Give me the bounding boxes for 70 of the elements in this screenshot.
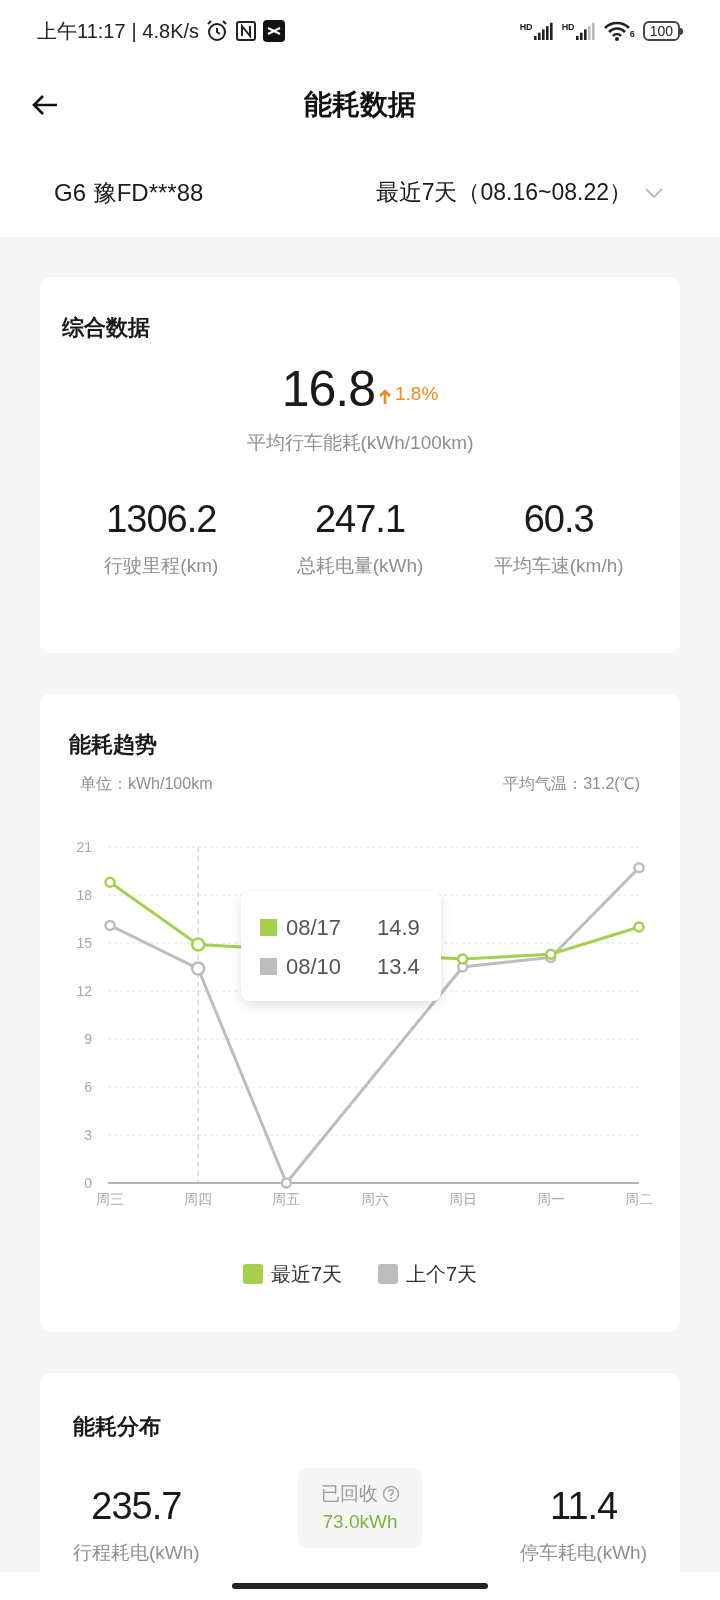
stat-value: 247.1	[314, 497, 406, 542]
stat-label: 行程耗电(kWh)	[73, 1541, 200, 1565]
unit-label: 单位：kWh/100km	[80, 774, 213, 794]
y-tick-label: 18	[76, 887, 92, 903]
stat-label: 总耗电量(kWh)	[296, 554, 424, 578]
average-consumption-label: 平均行车能耗(kWh/100km)	[246, 431, 474, 455]
wifi-label: 6	[629, 27, 635, 41]
stat-value: 11.4	[550, 1484, 618, 1529]
y-tick-label: 0	[84, 1175, 92, 1191]
signal-icon	[575, 22, 596, 40]
help-icon	[381, 1484, 400, 1503]
status-time: 上午11:17	[37, 19, 126, 44]
x-axis-label: 周二	[625, 1191, 653, 1207]
recovered-value: 73.0kWh	[322, 1510, 398, 1534]
stat-value: 1306.2	[106, 497, 217, 542]
y-tick-label: 6	[84, 1079, 92, 1095]
up-arrow-icon	[379, 389, 391, 405]
x-axis-label: 周日	[448, 1191, 477, 1207]
average-temperature: 平均气温：31.2(℃)	[503, 774, 640, 794]
x-axis-label: 周五	[272, 1191, 301, 1207]
chevron-down-icon	[644, 186, 664, 199]
card-title: 能耗趋势	[68, 731, 158, 759]
data-point	[633, 862, 645, 874]
x-axis-label: 周四	[184, 1191, 213, 1207]
battery-indicator: 100	[642, 21, 680, 41]
vehicle-selector[interactable]: G6 豫FD***88	[54, 174, 204, 211]
page-title: 能耗数据	[304, 88, 416, 122]
card-title: 综合数据	[62, 314, 151, 342]
period-dropdown[interactable]: 最近7天（08.16~08.22）	[375, 175, 664, 210]
legend-label: 最近7天	[270, 1262, 342, 1287]
data-point	[104, 876, 116, 888]
data-point	[545, 948, 557, 960]
legend-swatch	[260, 957, 277, 975]
stat-value: 235.7	[91, 1484, 182, 1529]
change-percent: 1.8%	[395, 381, 439, 406]
tooltip-date: 08/17	[286, 913, 343, 942]
data-point	[456, 953, 469, 965]
recovered-label: 已回收	[320, 1481, 378, 1506]
stat-label: 行驶里程(km)	[104, 554, 219, 578]
signal-icon	[533, 22, 554, 40]
tooltip-value: 13.4	[377, 952, 420, 981]
y-tick-label: 12	[76, 983, 92, 999]
stat-label: 平均车速(km/h)	[493, 554, 624, 578]
hd-label: HD	[519, 22, 533, 32]
average-consumption-value: 16.8	[281, 360, 375, 419]
y-tick-label: 21	[76, 839, 92, 855]
wifi-icon	[603, 21, 630, 41]
legend-label: 上个7天	[406, 1262, 478, 1287]
stat-value: 60.3	[523, 497, 594, 542]
stat-label: 停车耗电(kWh)	[520, 1541, 647, 1565]
y-tick-label: 9	[84, 1031, 92, 1047]
data-point	[280, 1177, 293, 1189]
tooltip-value: 14.9	[377, 913, 420, 942]
card-title: 能耗分布	[73, 1413, 162, 1441]
y-tick-label: 3	[84, 1127, 92, 1143]
data-point	[104, 919, 116, 932]
back-arrow-icon	[31, 94, 59, 116]
data-point	[633, 921, 645, 933]
legend-swatch	[260, 918, 277, 936]
x-axis-label: 周一	[536, 1191, 565, 1207]
x-axis-label: 周三	[96, 1191, 124, 1207]
y-tick-label: 15	[76, 935, 92, 951]
x-axis-label: 周六	[360, 1191, 389, 1207]
network-speed: | 4.8K/s	[131, 19, 200, 44]
tooltip-date: 08/10	[286, 952, 343, 981]
hd-label: HD	[561, 22, 575, 32]
nfc-icon	[235, 20, 258, 42]
data-point	[190, 961, 206, 976]
app-notification-icon	[263, 20, 286, 42]
data-point	[190, 937, 206, 952]
